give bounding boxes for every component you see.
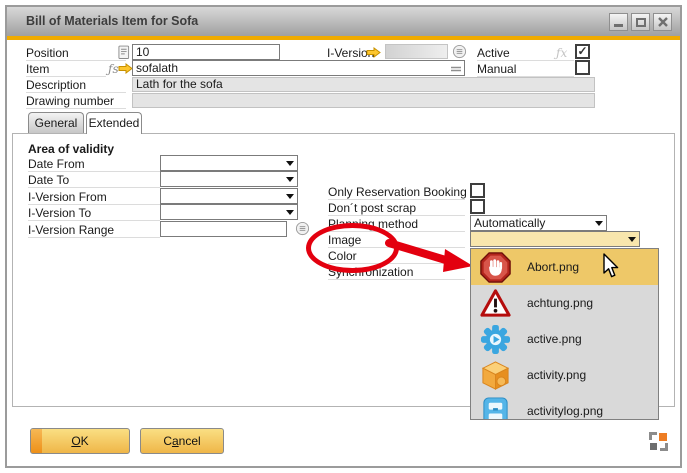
chevron-down-icon bbox=[595, 221, 603, 230]
list-item-label: activitylog.png bbox=[527, 404, 603, 418]
ok-button-label: OK bbox=[71, 434, 88, 448]
bom-item-dialog: Bill of Materials Item for Sofa Position… bbox=[5, 5, 682, 468]
close-icon bbox=[658, 17, 668, 27]
chevron-down-icon bbox=[286, 210, 294, 219]
list-item-activity[interactable]: activity.png bbox=[471, 357, 658, 393]
active-checkbox[interactable]: ✓ bbox=[575, 44, 590, 59]
selection-list-icon[interactable] bbox=[295, 221, 310, 236]
planning-method-combo[interactable]: Automatically bbox=[470, 215, 607, 231]
position-input[interactable]: 10 bbox=[132, 44, 280, 60]
cancel-button-label: Cancel bbox=[163, 434, 200, 448]
iversion-from-label: I-Version From bbox=[28, 190, 160, 205]
item-input[interactable]: sofalath bbox=[132, 60, 465, 76]
list-item-achtung[interactable]: achtung.png bbox=[471, 285, 658, 321]
tab-general[interactable]: General bbox=[28, 112, 84, 133]
gear-play-icon bbox=[480, 324, 511, 355]
manual-label: Manual bbox=[477, 62, 574, 77]
iversion-from-combo[interactable] bbox=[160, 188, 298, 204]
description-field: Lath for the sofa bbox=[132, 77, 595, 92]
drawing-number-field bbox=[132, 93, 595, 108]
date-to-label: Date To bbox=[28, 173, 160, 188]
list-item-label: Abort.png bbox=[527, 260, 579, 274]
accent-bar bbox=[7, 36, 680, 40]
resize-form-icon[interactable] bbox=[648, 431, 669, 452]
annotation-arrow bbox=[385, 235, 477, 277]
minimize-icon bbox=[614, 24, 623, 27]
date-from-label: Date From bbox=[28, 157, 160, 172]
iversion-range-input[interactable] bbox=[160, 221, 287, 237]
list-item-activitylog[interactable]: activitylog.png bbox=[471, 393, 658, 420]
chevron-down-icon bbox=[286, 194, 294, 203]
minimize-button[interactable] bbox=[609, 13, 628, 31]
link-arrow-icon[interactable] bbox=[366, 47, 381, 58]
title-bar[interactable]: Bill of Materials Item for Sofa bbox=[7, 7, 680, 36]
list-item-label: activity.png bbox=[527, 368, 586, 382]
description-label: Description bbox=[26, 78, 126, 93]
list-item-label: active.png bbox=[527, 332, 582, 346]
selection-list-icon[interactable] bbox=[452, 44, 467, 59]
image-dropdown-list: Abort.png achtung.png active.png activ bbox=[470, 248, 659, 420]
list-item-abort[interactable]: Abort.png bbox=[471, 249, 658, 285]
date-to-combo[interactable] bbox=[160, 171, 298, 187]
iversion-input bbox=[385, 44, 448, 59]
image-combo[interactable] bbox=[470, 231, 640, 247]
item-label: Item bbox=[26, 62, 106, 77]
maximize-button[interactable] bbox=[631, 13, 650, 31]
list-item-label: achtung.png bbox=[527, 296, 593, 310]
iversion-range-label: I-Version Range bbox=[28, 223, 160, 238]
iversion-to-label: I-Version To bbox=[28, 206, 160, 221]
iversion-to-combo[interactable] bbox=[160, 204, 298, 220]
only-reservation-booking-checkbox[interactable] bbox=[470, 183, 485, 198]
dont-post-scrap-label: Don´t post scrap bbox=[328, 201, 465, 216]
tab-extended[interactable]: Extended bbox=[86, 112, 142, 134]
equals-icon[interactable] bbox=[450, 65, 462, 73]
choose-from-list-icon[interactable] bbox=[118, 45, 130, 60]
date-from-combo[interactable] bbox=[160, 155, 298, 171]
maximize-icon bbox=[636, 18, 646, 27]
link-arrow-icon[interactable] bbox=[118, 63, 133, 74]
position-label: Position bbox=[26, 46, 126, 61]
only-reservation-booking-label: Only Reservation Booking bbox=[328, 185, 465, 200]
chevron-down-icon bbox=[286, 177, 294, 186]
formula-icon: ƒx bbox=[556, 46, 567, 60]
chevron-down-icon bbox=[286, 161, 294, 170]
list-item-active[interactable]: active.png bbox=[471, 321, 658, 357]
window-title: Bill of Materials Item for Sofa bbox=[26, 14, 198, 28]
cancel-button[interactable]: Cancel bbox=[140, 428, 224, 454]
manual-checkbox[interactable] bbox=[575, 60, 590, 75]
close-button[interactable] bbox=[653, 13, 672, 31]
drawer-icon bbox=[480, 396, 511, 421]
mouse-cursor bbox=[601, 253, 620, 280]
warning-triangle-icon bbox=[480, 288, 511, 319]
cube-icon bbox=[480, 360, 511, 391]
section-title: Area of validity bbox=[28, 142, 114, 156]
ok-button[interactable]: OK bbox=[30, 428, 130, 454]
chevron-down-icon bbox=[628, 237, 636, 246]
drawing-number-label: Drawing number bbox=[26, 94, 126, 109]
dont-post-scrap-checkbox[interactable] bbox=[470, 199, 485, 214]
abort-stop-icon bbox=[480, 252, 511, 283]
focus-strip bbox=[31, 429, 42, 453]
